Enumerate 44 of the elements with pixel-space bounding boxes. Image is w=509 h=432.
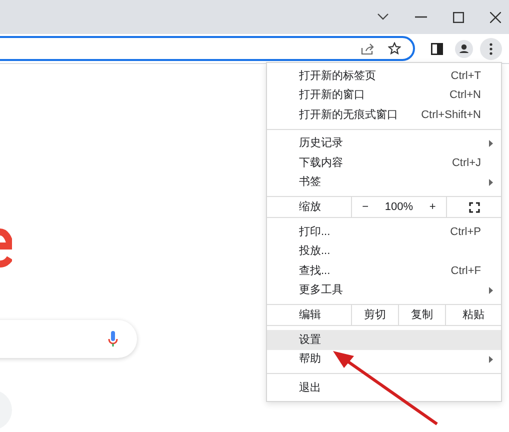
edit-action[interactable]: 粘贴 <box>445 305 501 325</box>
address-field[interactable] <box>0 36 415 61</box>
shortcut-text: Ctrl+T <box>450 68 481 84</box>
zoom-out-button[interactable]: − <box>358 198 373 216</box>
menu-item[interactable]: 查找... Ctrl+F <box>267 261 501 280</box>
menu-item[interactable]: 帮助 <box>267 350 501 369</box>
menu-item[interactable]: 打开新的无痕式窗口 Ctrl+Shift+N <box>267 105 501 124</box>
menu-item[interactable]: 打印... Ctrl+P <box>267 222 501 242</box>
shortcut-text: Ctrl+Shift+N <box>421 108 481 122</box>
minimize-icon[interactable] <box>415 16 427 18</box>
zoom-label: 缩放 <box>298 200 322 215</box>
submenu-arrow-icon <box>489 140 493 147</box>
submenu-arrow-icon <box>489 356 493 363</box>
zoom-level: 100% <box>384 200 414 215</box>
submenu-arrow-icon <box>489 286 493 294</box>
menu-item[interactable]: 历史记录 <box>267 134 501 153</box>
edit-label: 编辑 <box>298 308 322 323</box>
edit-action[interactable]: 复制 <box>398 305 445 325</box>
menu-icon[interactable] <box>480 38 502 60</box>
menu-item[interactable]: 打开新的标签页 Ctrl+T <box>267 66 501 86</box>
menu-item[interactable]: 书签 <box>267 172 501 192</box>
chevron-down-icon[interactable] <box>377 13 389 21</box>
shortcut-text: Ctrl+J <box>452 156 481 170</box>
shortcut-text: Ctrl+N <box>450 88 481 103</box>
menu-item[interactable]: 退出 <box>267 378 501 398</box>
close-icon[interactable] <box>490 12 501 22</box>
side-panel-icon[interactable] <box>431 42 443 54</box>
fullscreen-icon[interactable] <box>468 202 480 212</box>
shortcut-text: Ctrl+F <box>450 264 481 278</box>
share-icon[interactable] <box>361 42 374 54</box>
menu-item[interactable]: 打开新的窗口 Ctrl+N <box>267 86 501 105</box>
menu-item[interactable]: 更多工具 <box>267 280 501 300</box>
maximize-icon[interactable] <box>453 12 464 22</box>
menu-item[interactable]: 设置 <box>267 330 501 350</box>
shortcut-text: Ctrl+P <box>450 224 481 240</box>
star-icon[interactable] <box>388 42 401 55</box>
menu-item[interactable]: 投放... <box>267 242 501 261</box>
logo-fragment-drawing <box>0 228 12 268</box>
submenu-arrow-icon <box>489 178 493 186</box>
zoom-in-button[interactable]: + <box>425 198 440 216</box>
profile-icon[interactable] <box>455 40 473 58</box>
microphone-icon[interactable] <box>108 331 118 347</box>
edit-action[interactable]: 剪切 <box>351 305 398 325</box>
menu-item[interactable]: 下载内容 Ctrl+J <box>267 153 501 172</box>
